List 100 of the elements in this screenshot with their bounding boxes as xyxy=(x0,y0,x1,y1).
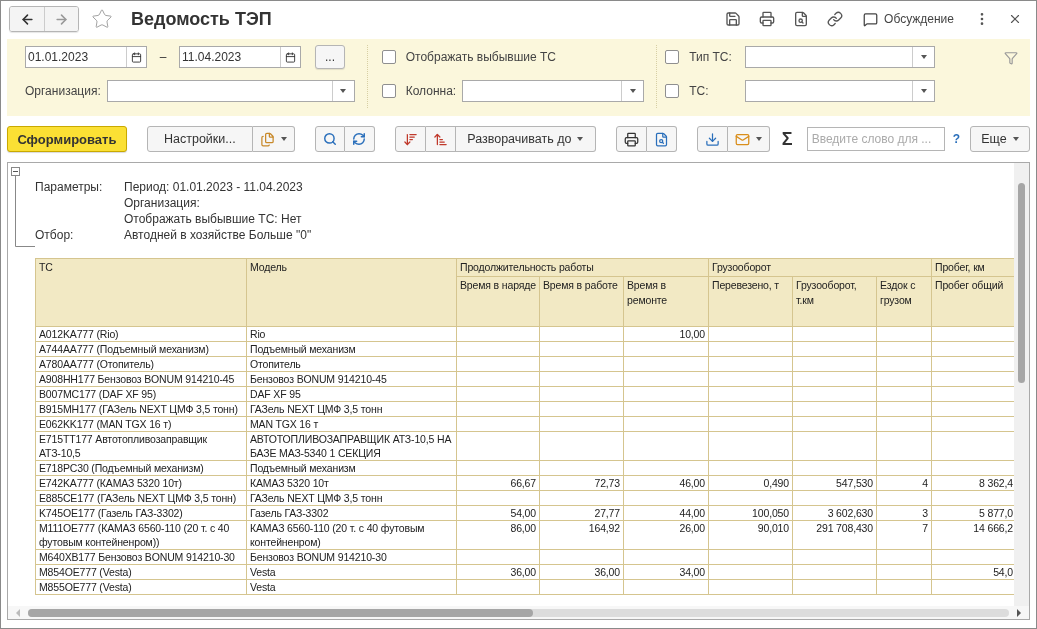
parameter-value: Отображать выбывшие ТС: Нет xyxy=(124,211,303,227)
table-cell: E718PC30 (Подъемный механизм) xyxy=(35,460,247,476)
table-cell: КАМАЗ 5320 10т xyxy=(246,475,457,491)
scrollbar-thumb[interactable] xyxy=(1018,183,1025,383)
preview-button[interactable] xyxy=(646,126,677,152)
search-reset-button[interactable] xyxy=(344,126,375,152)
scroll-left-icon[interactable] xyxy=(16,608,20,617)
column-header: Время в работе xyxy=(539,276,624,327)
table-cell: 54,00 xyxy=(456,505,540,521)
caret-icon xyxy=(577,137,584,141)
envelope-icon xyxy=(734,131,750,147)
preview-icon xyxy=(653,131,669,147)
checkbox[interactable] xyxy=(381,50,396,64)
table-cell: M111OE777 (КАМАЗ 6560-110 (20 т. с 40 футовым контейненром)) xyxy=(35,520,247,550)
table-cell: 34,00 xyxy=(623,564,709,580)
checkbox[interactable] xyxy=(381,84,396,98)
table-cell: B007MC177 (DAF XF 95) xyxy=(35,386,247,402)
sort-descending-icon xyxy=(402,131,418,147)
download-button[interactable] xyxy=(696,126,728,152)
table-cell: 547,530 xyxy=(792,475,877,491)
table-cell: Подъемный механизм xyxy=(246,341,457,357)
column-group-header: Продолжительность работы xyxy=(456,258,709,277)
caret-icon xyxy=(629,89,636,93)
caret-icon xyxy=(755,137,762,141)
table-cell: Бензовоз BONUM 914210-30 xyxy=(246,549,457,565)
checkbox[interactable] xyxy=(665,84,680,98)
table-cell: E715TT177 Автотопливозаправщик АТЗ-10,5 xyxy=(35,431,247,461)
scroll-right-icon[interactable] xyxy=(1017,608,1021,617)
end-date-field[interactable]: 11.04.2023 xyxy=(179,46,301,68)
print-button[interactable] xyxy=(615,126,647,152)
refresh-icon xyxy=(352,132,367,146)
sort-descending-button[interactable] xyxy=(394,126,426,152)
vehicle-type-label: Тип ТС: xyxy=(689,50,733,64)
variants-button[interactable] xyxy=(252,126,295,152)
table-cell: 3 602,630 xyxy=(792,505,877,521)
settings-button[interactable]: Настройки... xyxy=(146,126,253,152)
table-cell: A012KA777 (Rio) xyxy=(35,326,247,342)
table-cell: Отопитель xyxy=(246,356,457,372)
column-header: Перевезено, т xyxy=(708,276,793,327)
column-header: Пробег общий xyxy=(931,276,1014,327)
scrollbar-thumb[interactable] xyxy=(28,608,533,617)
sort-ascending-button[interactable] xyxy=(425,126,456,152)
vehicle-label: ТС: xyxy=(689,84,710,98)
organization-field[interactable] xyxy=(106,80,355,102)
period-button[interactable]: ... xyxy=(315,45,345,69)
table-cell: 36,00 xyxy=(539,564,624,580)
more-button[interactable]: Еще xyxy=(970,126,1030,152)
checkbox[interactable] xyxy=(665,50,680,64)
table-cell: 72,73 xyxy=(539,475,624,491)
table-cell: E062KK177 (MAN TGX 16 т) xyxy=(35,416,247,432)
horizontal-scrollbar[interactable] xyxy=(8,606,1029,619)
table-cell: Vesta xyxy=(246,579,457,595)
table-cell: E742KA777 (КАМАЗ 5320 10т) xyxy=(35,475,247,491)
table-cell: 44,00 xyxy=(623,505,709,521)
search-button[interactable] xyxy=(314,126,345,152)
table-cell: Подъемный механизм xyxy=(246,460,457,476)
organization-label: Организация: xyxy=(25,84,101,98)
vertical-scrollbar[interactable] xyxy=(1014,163,1029,606)
table-cell: 27,77 xyxy=(539,505,624,521)
table-cell: 3 xyxy=(876,505,932,521)
printer-icon xyxy=(623,131,639,147)
table-cell: 4 xyxy=(876,475,932,491)
search-field[interactable]: Введите слово для ... xyxy=(806,127,945,151)
caret-icon xyxy=(340,89,347,93)
table-cell: ГАЗель NEXT ЦМФ 3,5 тонн xyxy=(246,490,457,506)
caret-icon xyxy=(920,89,927,93)
filter-icon[interactable] xyxy=(1004,51,1018,65)
start-date-field[interactable]: 01.01.2023 xyxy=(25,46,147,68)
vehicle-type-field[interactable] xyxy=(745,46,936,68)
column-header: Время в ремонте xyxy=(623,276,709,327)
table-cell: A744AA777 (Подъемный механизм) xyxy=(35,341,247,357)
discussion-button[interactable]: Обсуждение xyxy=(855,11,962,27)
column-header: Грузооборот, т.км xyxy=(792,276,877,327)
window-title: Ведомость ТЭП xyxy=(131,8,273,30)
column-field[interactable] xyxy=(462,80,645,102)
table-cell: M640XB177 Бензовоз BONUM 914210-30 xyxy=(35,549,247,565)
column-header: Время в наряде xyxy=(456,276,540,327)
show-retired-label: Отображать выбывшие ТС xyxy=(405,50,557,64)
generate-button[interactable]: Сформировать xyxy=(7,126,127,152)
table-cell: 164,92 xyxy=(539,520,624,550)
expand-to-button[interactable]: Разворачивать до xyxy=(455,126,596,152)
table-cell: КАМАЗ 6560-110 (20 т. с 40 футовым контейненром) xyxy=(246,520,457,550)
calendar-icon xyxy=(131,51,142,63)
column-label: Колонна: xyxy=(405,84,457,98)
table-cell: ГАЗель NEXT ЦМФ 3,5 тонн xyxy=(246,401,457,417)
vehicle-field[interactable] xyxy=(745,80,936,102)
mail-button[interactable] xyxy=(727,126,770,152)
table-cell: Vesta xyxy=(246,564,457,580)
table-cell: АВТОТОПЛИВОЗАПРАВЩИК АТЗ-10,5 НА БАЗЕ МАЗ-5340 1 СЕКЦИЯ xyxy=(246,431,457,461)
parameter-label: Отбор: xyxy=(35,227,75,243)
back-button[interactable] xyxy=(10,7,44,31)
help-link[interactable]: ? xyxy=(952,132,960,146)
sum-button[interactable]: Σ xyxy=(781,128,793,150)
arrow-left-icon xyxy=(19,11,35,27)
table-cell: 36,00 xyxy=(456,564,540,580)
table-cell: 90,010 xyxy=(708,520,793,550)
table-cell: M855OE777 (Vesta) xyxy=(35,579,247,595)
sort-ascending-icon xyxy=(432,131,448,147)
table-cell: K745OE177 (Газель ГАЗ-3302) xyxy=(35,505,247,521)
parameter-value: Период: 01.01.2023 - 11.04.2023 xyxy=(124,179,304,195)
